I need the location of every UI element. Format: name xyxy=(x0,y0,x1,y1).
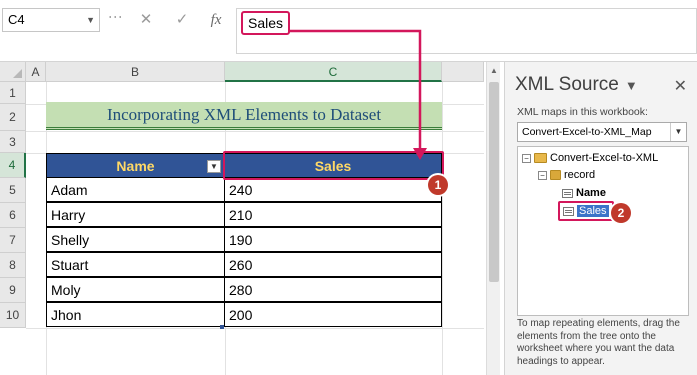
worksheet[interactable]: A B C 1 2 3 4 5 6 7 8 9 10 Incorporating… xyxy=(0,62,484,375)
formula-value: Sales xyxy=(241,11,291,35)
cell-name[interactable]: Shelly xyxy=(46,227,225,252)
cell-sales[interactable]: 260 xyxy=(224,252,442,277)
scroll-up-icon[interactable]: ▲ xyxy=(489,66,499,76)
filter-dropdown-icon[interactable]: ▼ xyxy=(207,160,221,173)
tree-node-sales[interactable]: Sales xyxy=(558,201,614,221)
select-all-button[interactable] xyxy=(0,62,26,82)
chevron-down-icon[interactable]: ▼ xyxy=(86,9,95,31)
column-header-c[interactable]: C xyxy=(225,62,442,82)
collapse-icon[interactable]: − xyxy=(538,170,547,180)
row-header-6[interactable]: 6 xyxy=(0,203,26,228)
xml-map-value: Convert-Excel-to-XML_Map xyxy=(522,126,652,138)
dataset-title[interactable]: Incorporating XML Elements to Dataset xyxy=(46,102,442,130)
gridline xyxy=(442,82,443,375)
tree-name-label: Name xyxy=(576,187,606,199)
tree-node-name[interactable]: Name xyxy=(562,186,606,200)
name-box[interactable]: C4 ▼ xyxy=(2,8,100,32)
element-icon xyxy=(563,206,574,216)
header-cell-name[interactable]: Name ▼ xyxy=(46,153,225,178)
element-icon xyxy=(562,188,573,198)
close-icon[interactable]: ✕ xyxy=(674,76,687,96)
gridline xyxy=(26,131,484,132)
cell-sales[interactable]: 240 xyxy=(224,177,442,202)
step-badge-2: 2 xyxy=(611,203,631,223)
xml-source-pane: XML Source ▼ ✕ XML maps in this workbook:… xyxy=(504,62,697,375)
active-cell-highlight xyxy=(223,151,444,180)
cell-name[interactable]: Jhon xyxy=(46,302,225,327)
scrollbar-thumb[interactable] xyxy=(489,82,499,282)
formula-input[interactable] xyxy=(236,8,697,54)
row-header-8[interactable]: 8 xyxy=(0,253,26,278)
row-header-7[interactable]: 7 xyxy=(0,228,26,253)
column-header-b[interactable]: B xyxy=(46,62,225,82)
row-header-5[interactable]: 5 xyxy=(0,178,26,203)
tree-root-label: Convert-Excel-to-XML xyxy=(550,152,659,164)
cell-name[interactable]: Adam xyxy=(46,177,225,202)
cell-name[interactable]: Stuart xyxy=(46,252,225,277)
formula-bar: C4 ▼ ⋮ ✕ ✓ fx Sales xyxy=(0,0,697,62)
cell-sales[interactable]: 190 xyxy=(224,227,442,252)
pane-title: XML Source ▼ xyxy=(515,74,638,96)
enter-icon[interactable]: ✓ xyxy=(168,8,196,32)
folder-icon xyxy=(534,153,547,164)
tree-node-root[interactable]: − Convert-Excel-to-XML xyxy=(522,151,658,165)
folder-icon xyxy=(550,170,561,181)
gridline xyxy=(26,328,484,329)
xml-tree[interactable]: − Convert-Excel-to-XML − record Name Sales… xyxy=(517,146,689,316)
cell-name[interactable]: Harry xyxy=(46,202,225,227)
table-resize-handle[interactable] xyxy=(220,325,224,329)
step-badge-1: 1 xyxy=(428,175,448,195)
column-header-d[interactable] xyxy=(442,62,484,82)
column-header-a[interactable]: A xyxy=(26,62,46,82)
tree-node-record[interactable]: − record xyxy=(538,168,595,182)
cell-sales[interactable]: 210 xyxy=(224,202,442,227)
header-name-label: Name xyxy=(116,158,155,174)
row-header-9[interactable]: 9 xyxy=(0,278,26,303)
vertical-scrollbar[interactable]: ▲ xyxy=(486,62,500,375)
row-header-10[interactable]: 10 xyxy=(0,303,26,328)
pane-title-text: XML Source xyxy=(515,74,619,95)
insert-function-icon[interactable]: fx xyxy=(202,8,230,32)
row-header-2[interactable]: 2 xyxy=(0,104,26,131)
pane-options-icon[interactable]: ▼ xyxy=(625,78,638,93)
chevron-down-icon[interactable]: ▼ xyxy=(670,123,686,141)
collapse-icon[interactable]: − xyxy=(522,153,531,163)
xml-map-select[interactable]: Convert-Excel-to-XML_Map ▼ xyxy=(517,122,687,142)
cell-sales[interactable]: 280 xyxy=(224,277,442,302)
tree-record-label: record xyxy=(564,169,596,181)
excel-window: C4 ▼ ⋮ ✕ ✓ fx Sales A B C 1 2 3 4 5 6 7 … xyxy=(0,0,697,375)
tree-sales-label: Sales xyxy=(577,205,609,217)
cell-sales[interactable]: 200 xyxy=(224,302,442,327)
maps-label: XML maps in this workbook: xyxy=(517,106,648,118)
name-box-value: C4 xyxy=(8,12,25,27)
cell-name[interactable]: Moly xyxy=(46,277,225,302)
pane-help-text: To map repeating elements, drag the elem… xyxy=(517,318,680,367)
row-header-3[interactable]: 3 xyxy=(0,131,26,153)
row-header-4[interactable]: 4 xyxy=(0,153,26,178)
more-options-icon[interactable]: ⋮ xyxy=(108,10,124,23)
row-header-1[interactable]: 1 xyxy=(0,82,26,104)
cancel-icon[interactable]: ✕ xyxy=(132,8,160,32)
